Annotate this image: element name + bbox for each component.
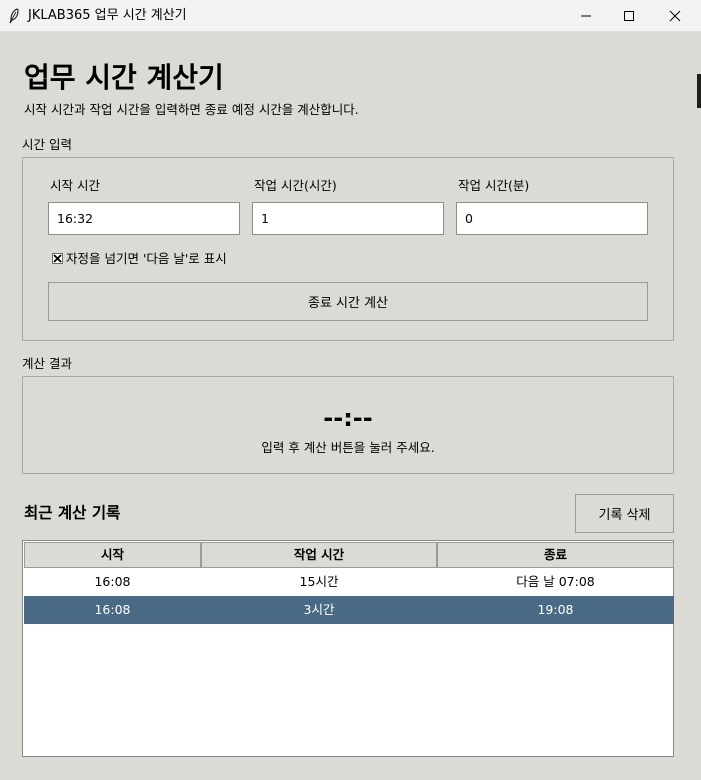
check-x-icon [53,254,62,263]
maximize-button[interactable] [606,0,652,32]
column-header-duration[interactable]: 작업 시간 [201,542,437,568]
result-section-label: 계산 결과 [22,356,72,371]
table-row[interactable]: 16:08 15시간 다음 날 07:08 [24,568,674,596]
work-minutes-label: 작업 시간(분) [458,178,530,193]
close-icon [669,10,681,22]
work-minutes-input[interactable]: 0 [456,202,648,235]
delete-history-button[interactable]: 기록 삭제 [575,494,674,533]
history-table[interactable]: 시작 작업 시간 종료 16:08 15시간 다음 날 07:08 16:08 … [22,540,674,757]
calculate-end-time-button[interactable]: 종료 시간 계산 [48,282,648,321]
cell-duration: 3시간 [303,602,335,617]
cell-start: 16:08 [94,602,131,617]
start-time-label: 시작 시간 [50,178,100,193]
table-row-selected[interactable]: 16:08 3시간 19:08 [24,596,674,624]
feather-icon [9,8,19,24]
input-section-label: 시간 입력 [22,137,72,152]
maximize-icon [624,11,634,21]
title-bar: JKLAB365 업무 시간 계산기 [0,0,701,32]
app-window: JKLAB365 업무 시간 계산기 업무 시간 계산기 시작 시간과 작업 시… [0,0,701,780]
next-day-checkbox[interactable] [52,253,63,264]
work-hours-label: 작업 시간(시간) [254,178,337,193]
work-hours-input[interactable]: 1 [252,202,444,235]
start-time-input[interactable]: 16:32 [48,202,240,235]
page-subtitle: 시작 시간과 작업 시간을 입력하면 종료 예정 시간을 계산합니다. [24,102,359,117]
minimize-icon [581,15,591,17]
cell-start: 16:08 [94,574,131,589]
table-header: 시작 작업 시간 종료 [24,542,674,568]
history-title: 최근 계산 기록 [24,504,121,522]
window-edge [697,32,701,780]
cell-end: 19:08 [537,602,574,617]
cell-end: 다음 날 07:08 [516,574,595,589]
window-title: JKLAB365 업무 시간 계산기 [28,8,187,23]
column-header-start[interactable]: 시작 [24,542,201,568]
column-header-end[interactable]: 종료 [437,542,674,568]
minimize-button[interactable] [563,0,609,32]
next-day-checkbox-label[interactable]: 자정을 넘기면 '다음 날'로 표시 [66,251,227,267]
result-time: --:-- [323,404,373,432]
cell-duration: 15시간 [299,574,339,589]
result-message: 입력 후 계산 버튼을 눌러 주세요. [261,440,435,455]
close-button[interactable] [652,0,698,32]
page-title: 업무 시간 계산기 [24,61,224,94]
